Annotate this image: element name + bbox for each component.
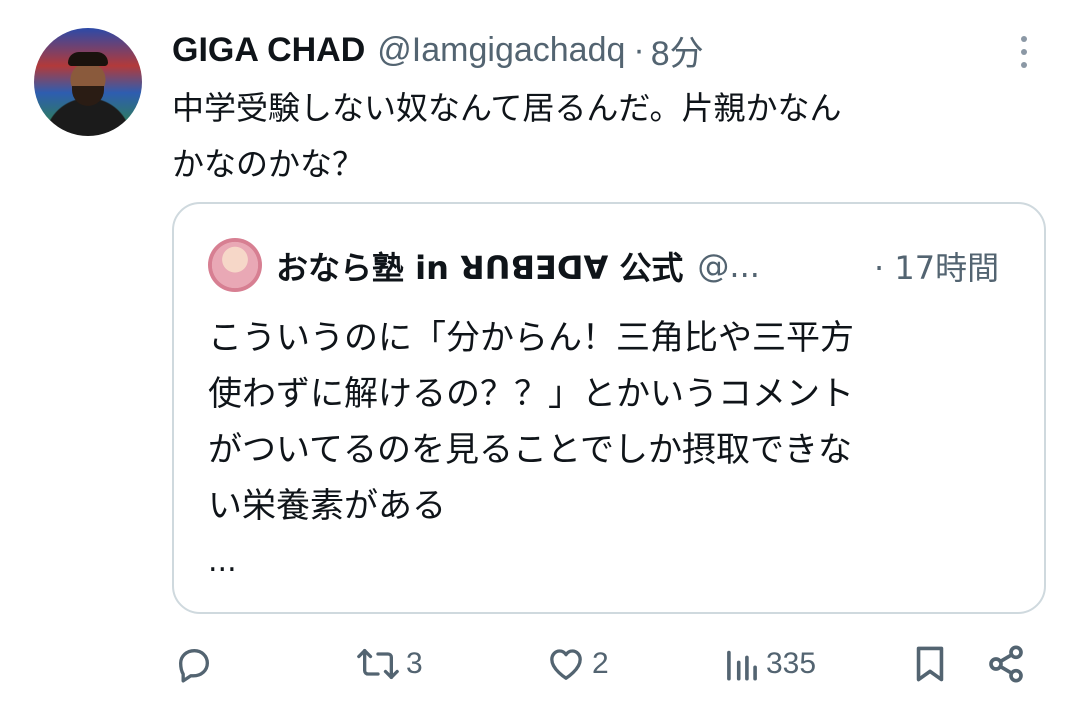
like-count: 2 <box>592 647 609 680</box>
like-button[interactable]: 2 <box>546 640 609 688</box>
retweet-button[interactable]: 3 <box>356 640 423 688</box>
share-icon <box>989 645 1023 683</box>
more-icon[interactable] <box>1012 32 1036 72</box>
heart-icon <box>550 649 582 680</box>
share-button[interactable] <box>986 640 1026 688</box>
tweet-text-line: かなのかな？ <box>172 145 365 183</box>
retweet-icon <box>357 649 399 679</box>
quoted-tweet[interactable]: おなら塾 in ꓤꓵꓭꓱꓷꓯ 公式 @... · 17時間 こういうのに「分から… <box>172 202 1046 614</box>
views-count: 335 <box>766 647 817 680</box>
reply-icon <box>179 649 209 683</box>
avatar-beard <box>72 86 104 106</box>
quoted-text-line: い栄養素がある <box>208 486 446 526</box>
views-icon <box>727 650 757 681</box>
views-button[interactable]: 335 <box>724 640 816 688</box>
quoted-tweet-header: おなら塾 in ꓤꓵꓭꓱꓷꓯ 公式 @... <box>276 238 760 294</box>
quoted-author-name[interactable]: おなら塾 in ꓤꓵꓭꓱꓷꓯ 公式 <box>276 243 683 289</box>
quoted-author-handle[interactable]: @... <box>697 247 760 285</box>
tweet-text: 中学受験しない奴なんて居るんだ。片親かなん かなのかな？ <box>172 80 1032 192</box>
bookmark-button[interactable] <box>912 640 948 688</box>
quoted-tweet-text: こういうのに「分からん！三角比や三平方 使わずに解けるの？？」とかいうコメント … <box>208 310 1008 534</box>
author-handle[interactable]: @Iamgigachadq <box>377 31 625 70</box>
retweet-count: 3 <box>406 647 423 680</box>
author-avatar[interactable] <box>34 28 142 136</box>
quoted-tweet-time[interactable]: · 17時間 <box>874 238 999 294</box>
quoted-text-line: がついてるのを見ることでしか摂取できな <box>208 430 852 470</box>
quoted-author-avatar[interactable] <box>208 238 262 292</box>
quoted-tweet-ellipsis: ... <box>208 544 237 579</box>
bookmark-icon <box>916 646 944 682</box>
reply-button[interactable] <box>174 640 220 688</box>
quoted-text-line: 使わずに解けるの？？」とかいうコメント <box>208 374 854 414</box>
author-name[interactable]: GIGA CHAD <box>172 31 365 70</box>
avatar-hair <box>68 52 108 66</box>
separator-dot: · <box>633 30 645 69</box>
tweet-time[interactable]: 8分 <box>651 26 704 75</box>
tweet-text-line: 中学受験しない奴なんて居るんだ。片親かなん <box>172 89 842 127</box>
quoted-text-line: こういうのに「分からん！三角比や三平方 <box>208 318 854 358</box>
tweet-header: GIGA CHAD @Iamgigachadq · 8分 <box>172 26 704 75</box>
